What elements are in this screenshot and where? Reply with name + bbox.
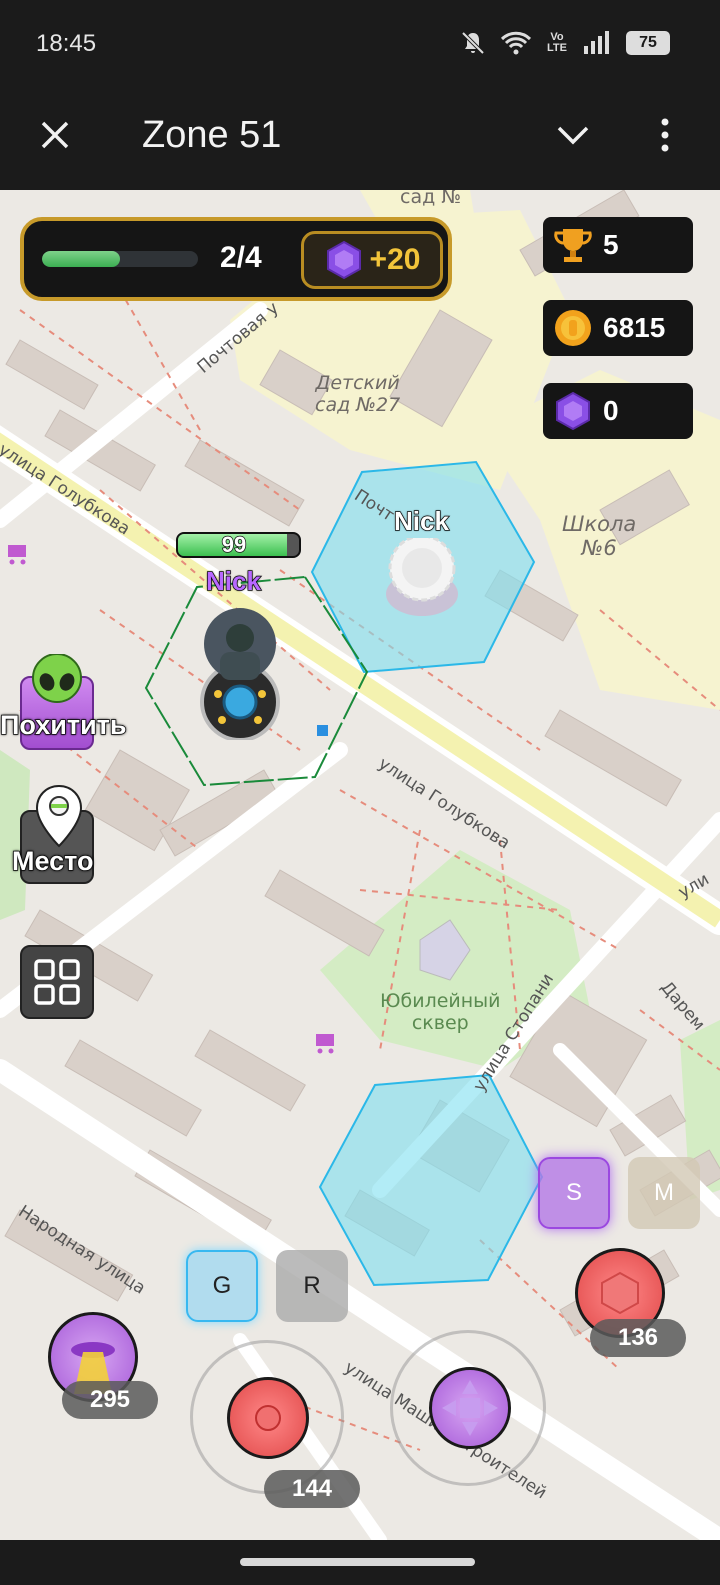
wifi-icon <box>500 31 532 55</box>
g-button[interactable]: G <box>186 1250 258 1322</box>
trophy-icon <box>554 229 592 262</box>
enemy-base-name: Nick <box>393 505 449 537</box>
mute-icon <box>461 31 485 55</box>
more-options-button[interactable] <box>645 110 685 160</box>
s-button[interactable]: S <box>538 1157 610 1229</box>
progress-text: 2/4 <box>220 241 262 274</box>
status-time: 18:45 <box>36 30 97 57</box>
page-title: Zone 51 <box>142 114 282 156</box>
dpad-icon <box>442 1380 498 1436</box>
title-bar: Zone 51 <box>0 90 720 190</box>
volte-icon: Vo LTE <box>547 31 567 54</box>
gem-reward-button[interactable]: +20 <box>301 231 443 289</box>
trophy-counter[interactable]: 5 <box>543 217 693 273</box>
close-button[interactable] <box>30 110 80 160</box>
grid-icon <box>34 959 80 1005</box>
tower-icon <box>386 534 458 616</box>
progress-bar-fill <box>42 251 120 267</box>
player-name: Nick <box>205 565 261 597</box>
player-ufo[interactable] <box>198 608 294 742</box>
player-hp-bar: 99 <box>176 532 301 558</box>
map-label-kindergarten: Детский сад №27 <box>315 372 401 416</box>
gem-counter[interactable]: 0 <box>543 383 693 439</box>
menu-grid-button[interactable] <box>20 945 94 1019</box>
signal-icon <box>584 31 609 54</box>
abduct-button-label: Похитить <box>0 709 127 741</box>
hex-ability-count: 136 <box>590 1319 686 1357</box>
move-button[interactable] <box>429 1367 511 1449</box>
close-icon <box>41 121 69 149</box>
home-indicator[interactable] <box>240 1558 475 1566</box>
map-label-kindergarten-top: сад № <box>400 190 462 208</box>
status-bar: 18:45 Vo LTE 75 <box>0 0 720 90</box>
gem-count: 0 <box>603 395 619 426</box>
map-label-park: Юбилейный сквер <box>380 990 501 1034</box>
progress-bar <box>42 251 198 267</box>
location-pin-icon <box>35 784 83 848</box>
quest-progress-panel[interactable]: 2/4 +20 <box>20 217 452 301</box>
coin-count: 6815 <box>603 312 666 343</box>
gem-icon <box>326 240 361 280</box>
target-icon <box>255 1405 281 1431</box>
fire-button[interactable] <box>227 1377 309 1459</box>
player-hp-text: 99 <box>221 532 247 557</box>
map-label-school: Школа №6 <box>562 512 637 560</box>
game-map[interactable]: сад № Детский сад №27 Школа №6 Юбилейный… <box>0 190 720 1540</box>
ufo-ability-count: 295 <box>62 1381 158 1419</box>
chevron-down-icon <box>557 126 589 145</box>
r-button[interactable]: R <box>276 1250 348 1322</box>
coin-icon <box>555 310 591 346</box>
trophy-count: 5 <box>603 229 619 260</box>
collapse-button[interactable] <box>548 110 598 160</box>
coin-counter[interactable]: 6815 <box>543 300 693 356</box>
alien-icon <box>32 654 82 703</box>
gem-reward-text: +20 <box>369 243 421 276</box>
enemy-base[interactable] <box>382 534 462 618</box>
ufo-icon <box>200 608 280 742</box>
place-button-label: Место <box>11 845 94 877</box>
navigation-bar <box>0 1540 720 1585</box>
fire-count: 144 <box>264 1470 360 1508</box>
more-vertical-icon <box>661 118 669 152</box>
m-button[interactable]: M <box>628 1157 700 1229</box>
status-icons: Vo LTE 75 <box>460 30 670 56</box>
gem-icon <box>556 391 590 431</box>
battery-icon: 75 <box>626 31 670 55</box>
move-joystick[interactable] <box>390 1330 546 1486</box>
